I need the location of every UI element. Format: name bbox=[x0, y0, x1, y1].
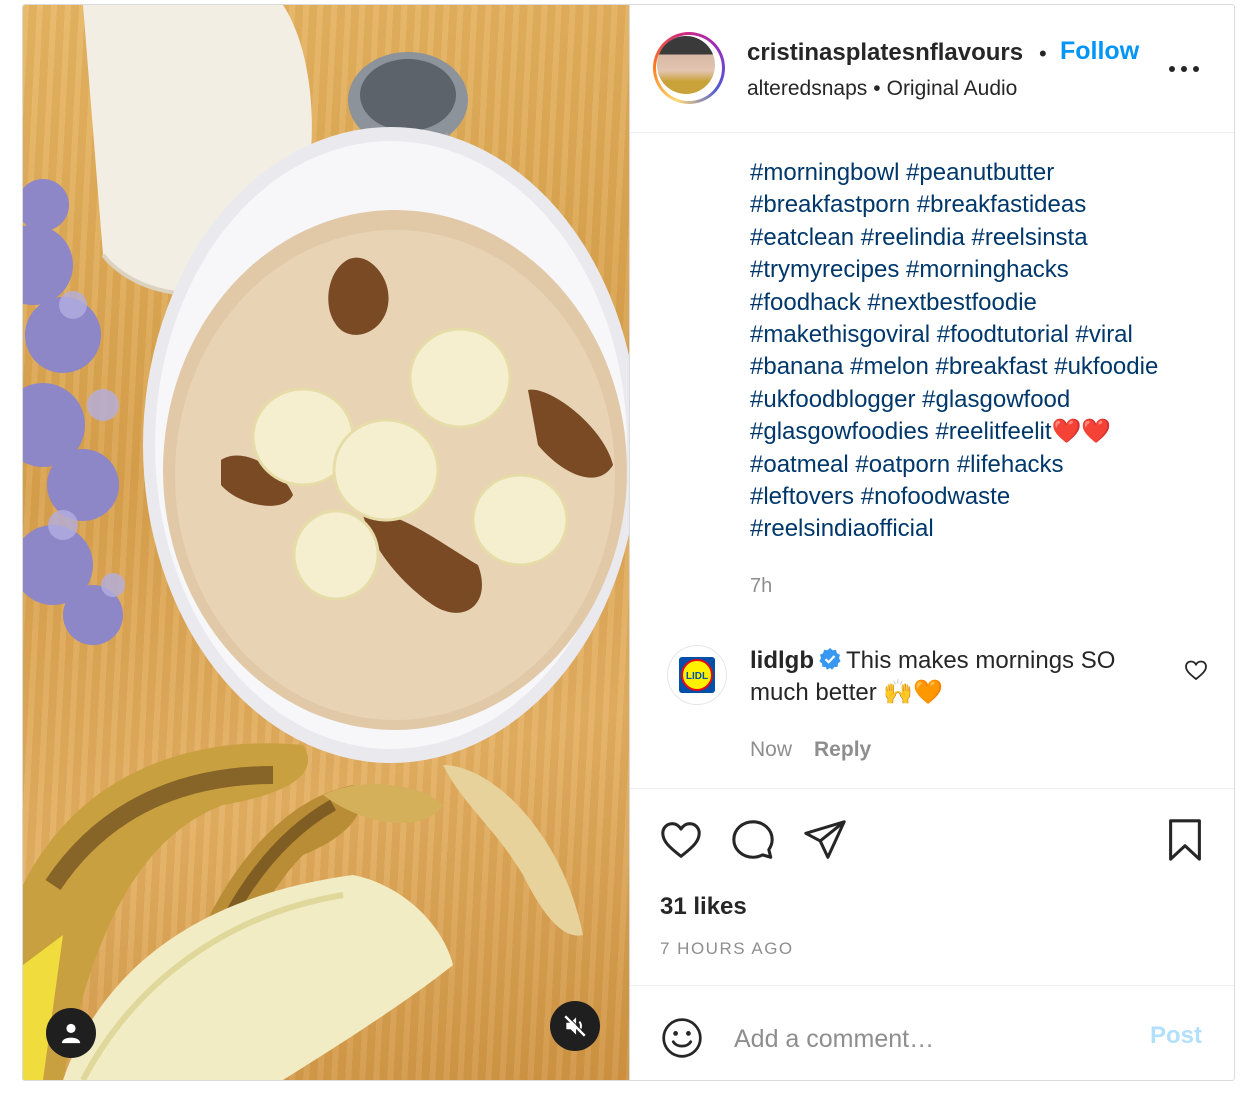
caption-timestamp[interactable]: 7h bbox=[750, 575, 772, 598]
verified-badge-icon bbox=[819, 648, 841, 670]
speaker-muted-icon bbox=[564, 1014, 587, 1037]
hashtag-line[interactable]: #makethisgoviral #foodtutorial #viral bbox=[750, 319, 1220, 351]
action-bar: 31 likes 7 HOURS AGO bbox=[630, 788, 1234, 989]
add-comment-bar: Post bbox=[630, 985, 1234, 1080]
hashtag-line[interactable]: #oatmeal #oatporn #lifehacks bbox=[750, 449, 1220, 481]
hashtag-line[interactable]: #glasgowfoodies #reelitfeelit❤️❤️ bbox=[750, 416, 1220, 448]
heart-icon[interactable] bbox=[658, 817, 704, 863]
comment-heart-icon[interactable] bbox=[1184, 658, 1208, 682]
more-horizontal-icon[interactable] bbox=[1166, 57, 1202, 81]
comment-username[interactable]: lidlgb bbox=[750, 647, 814, 674]
post-details-panel: cristinasplatesnflavours • Follow altere… bbox=[630, 5, 1234, 1080]
reply-button[interactable]: Reply bbox=[814, 738, 871, 761]
comment-body: lidlgb This makes mornings SO much bette… bbox=[750, 645, 1180, 709]
hashtag-line[interactable]: #trymyrecipes #morninghacks bbox=[750, 254, 1220, 286]
audio-line: alteredsnaps • Original Audio bbox=[747, 77, 1017, 101]
share-icon[interactable] bbox=[802, 817, 848, 863]
emoji-icon[interactable] bbox=[660, 1016, 704, 1060]
hashtag-line[interactable]: #foodhack #nextbestfoodie bbox=[750, 287, 1220, 319]
post-video[interactable] bbox=[23, 5, 630, 1080]
post-time-ago[interactable]: 7 HOURS AGO bbox=[660, 939, 794, 959]
comment-time: Now bbox=[750, 738, 793, 761]
likes-count[interactable]: 31 likes bbox=[660, 893, 747, 921]
author-username[interactable]: cristinasplatesnflavours bbox=[747, 39, 1036, 67]
post-dialog: cristinasplatesnflavours • Follow altere… bbox=[22, 4, 1235, 1081]
video-frame-illustration bbox=[23, 5, 629, 1080]
author-avatar[interactable] bbox=[653, 32, 725, 104]
caption-hashtags: #morningbowl #peanutbutter #breakfastpor… bbox=[750, 157, 1220, 546]
hashtag-line[interactable]: #ukfoodblogger #glasgowfood bbox=[750, 384, 1220, 416]
follow-button[interactable]: Follow bbox=[1060, 37, 1139, 66]
audio-separator: • bbox=[873, 77, 881, 100]
hashtag-line[interactable]: #morningbowl #peanutbutter bbox=[750, 157, 1220, 189]
comment-meta: Now Reply bbox=[750, 738, 871, 762]
audio-name-link[interactable]: Original Audio bbox=[887, 77, 1018, 100]
tagged-users-button[interactable] bbox=[46, 1008, 96, 1058]
lidl-logo-text: LIDL bbox=[686, 671, 708, 682]
header-separator: • bbox=[1039, 41, 1047, 66]
lidl-logo: LIDL bbox=[679, 657, 715, 693]
mute-toggle-button[interactable] bbox=[550, 1001, 600, 1051]
comment-input[interactable] bbox=[732, 1016, 1126, 1062]
audio-user-link[interactable]: alteredsnaps bbox=[747, 77, 867, 100]
hashtag-line[interactable]: #leftovers #nofoodwaste bbox=[750, 481, 1220, 513]
post-header: cristinasplatesnflavours • Follow altere… bbox=[630, 5, 1234, 133]
hashtag-line[interactable]: #breakfastporn #breakfastideas bbox=[750, 189, 1220, 221]
comment-avatar[interactable]: LIDL bbox=[667, 645, 727, 705]
hashtag-line[interactable]: #banana #melon #breakfast #ukfoodie bbox=[750, 351, 1220, 383]
hashtag-line[interactable]: #eatclean #reelindia #reelsinsta bbox=[750, 222, 1220, 254]
comment-icon[interactable] bbox=[730, 817, 776, 863]
person-icon bbox=[61, 1023, 81, 1044]
hashtag-line[interactable]: #reelsindiaofficial bbox=[750, 513, 1220, 545]
bookmark-icon[interactable] bbox=[1162, 817, 1208, 863]
post-comment-button[interactable]: Post bbox=[1150, 1022, 1202, 1050]
